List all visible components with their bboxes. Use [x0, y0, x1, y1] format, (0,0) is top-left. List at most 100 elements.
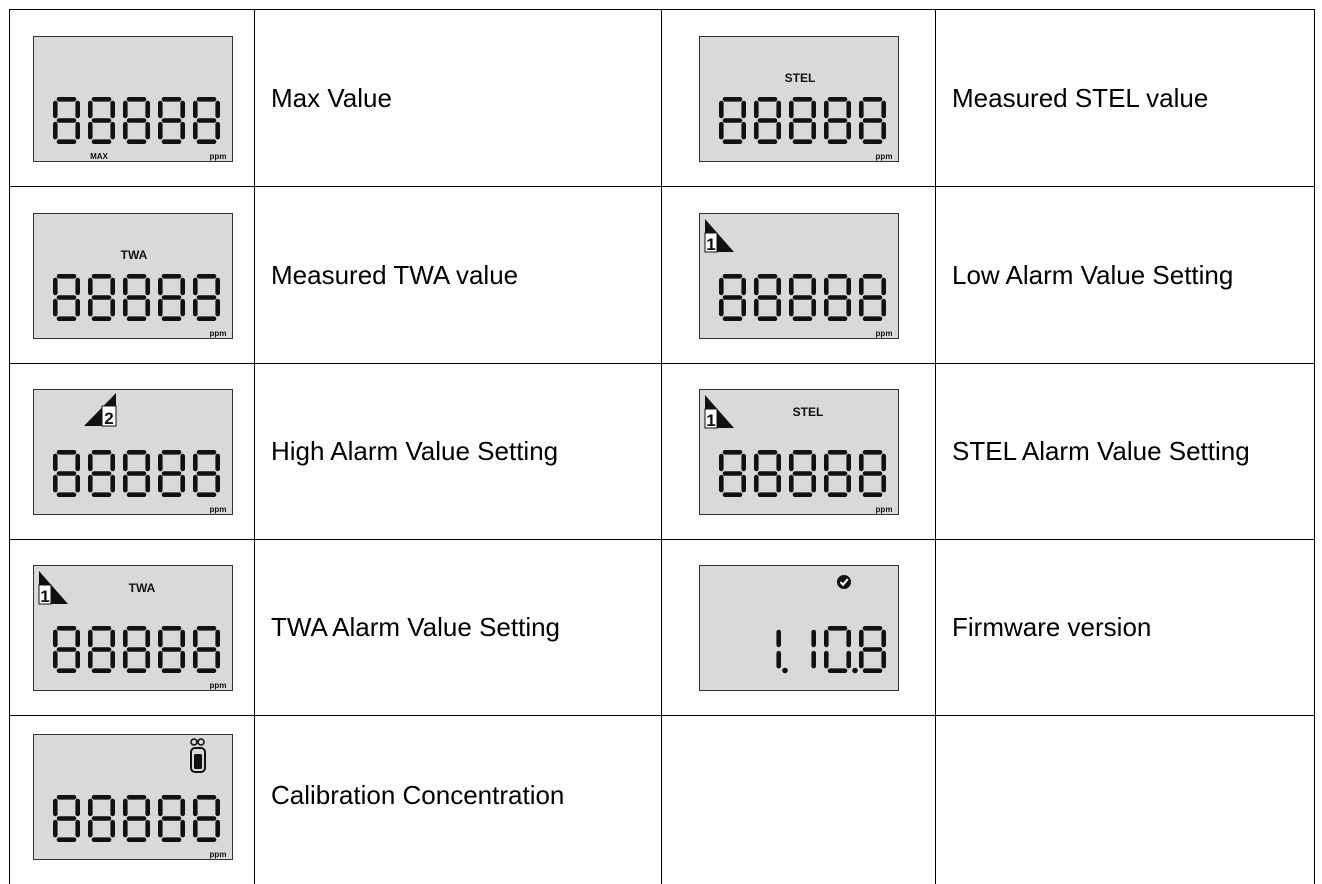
lcd-segment [811, 100, 816, 119]
lcd-segment [75, 453, 80, 472]
lcd-segment [196, 118, 217, 123]
lcd-segment [56, 647, 77, 652]
lcd-segment [789, 453, 794, 472]
lcd-segment [215, 121, 220, 140]
lcd-segment [827, 97, 848, 102]
mode-label: TWA [129, 581, 156, 595]
table-vertical-line [1314, 9, 1315, 884]
lcd-segment [196, 668, 217, 673]
lcd-segment [161, 492, 182, 497]
lcd-display: ppm TWA 1 [33, 565, 233, 691]
lcd-digits [719, 97, 886, 144]
lcd-segment [846, 650, 851, 669]
lcd-segment [719, 277, 724, 296]
lcd-segment [846, 121, 851, 140]
lcd-digit [158, 450, 185, 497]
lcd-segment [75, 798, 80, 817]
lcd-digit [88, 626, 115, 673]
lcd-segment [859, 629, 864, 648]
lcd-segment [161, 647, 182, 652]
display-description [936, 716, 1314, 874]
lcd-segment [180, 100, 185, 119]
lcd-digits [719, 450, 886, 497]
alarm-level-label: 1 [706, 235, 715, 254]
lcd-segment [824, 298, 829, 317]
lcd-segment [722, 274, 743, 279]
lcd-digit [123, 450, 150, 497]
lcd-digit [88, 97, 115, 144]
lcd-digits [776, 626, 886, 674]
lcd-segment [56, 139, 77, 144]
lcd-segment [91, 450, 112, 455]
lcd-segment [215, 277, 220, 296]
lcd-segment [56, 795, 77, 800]
alarm-level-label: 1 [706, 411, 715, 430]
lcd-segment [862, 668, 883, 673]
lcd-digit [123, 274, 150, 321]
lcd-display-reference-table: ppm MAX Max Value ppm STEL Measured STEL valu… [0, 0, 1322, 884]
display-description: Max Value [271, 82, 392, 113]
lcd-segment [741, 298, 746, 317]
lcd-segment [75, 121, 80, 140]
lcd-segment [126, 626, 147, 631]
lcd-segment [88, 298, 93, 317]
lcd-digit [776, 629, 788, 674]
lcd-segment [881, 453, 886, 472]
lcd-segment [161, 626, 182, 631]
lcd-segment [757, 316, 778, 321]
lcd-segment [776, 298, 781, 317]
lcd-digit [123, 97, 150, 144]
lcd-segment [56, 626, 77, 631]
lcd-segment [757, 450, 778, 455]
lcd-segment [757, 97, 778, 102]
lcd-segment [215, 819, 220, 838]
lcd-segment [91, 118, 112, 123]
lcd-segment [158, 650, 163, 669]
unit-label: ppm [210, 152, 227, 161]
lcd-segment [110, 650, 115, 669]
lcd-segment [161, 450, 182, 455]
lcd-segment [161, 668, 182, 673]
lcd-segment [193, 453, 198, 472]
lcd-segment [91, 837, 112, 842]
lcd-segment [215, 629, 220, 648]
lcd-digit [824, 626, 858, 674]
lcd-segment [754, 100, 759, 119]
lcd-graphic: ppm TWA [53, 248, 226, 338]
lcd-segment [123, 819, 128, 838]
display-description: Low Alarm Value Setting [952, 259, 1234, 290]
lcd-segment [126, 97, 147, 102]
lcd-digits [53, 626, 220, 673]
lcd-segment [776, 650, 781, 669]
lcd-segment [792, 492, 813, 497]
lcd-segment [145, 100, 150, 119]
lcd-digit [193, 626, 220, 673]
unit-label: ppm [876, 152, 893, 161]
lcd-digit [859, 97, 886, 144]
lcd-segment [88, 100, 93, 119]
lcd-digit [193, 274, 220, 321]
lcd-segment [193, 650, 198, 669]
lcd-segment [757, 492, 778, 497]
lcd-segment [126, 450, 147, 455]
lcd-segment [91, 647, 112, 652]
lcd-segment [881, 629, 886, 648]
lcd-digits [53, 274, 220, 321]
lcd-segment [53, 650, 58, 669]
lcd-segment [811, 474, 816, 493]
lcd-segment [75, 298, 80, 317]
lcd-segment [811, 277, 816, 296]
lcd-segment [88, 650, 93, 669]
lcd-segment [792, 295, 813, 300]
lcd-segment [110, 629, 115, 648]
display-description: STEL Alarm Value Setting [952, 436, 1250, 466]
lcd-segment [123, 298, 128, 317]
lcd-segment [824, 121, 829, 140]
valve-handle [197, 738, 205, 746]
lcd-display [699, 565, 899, 691]
lcd-segment [741, 453, 746, 472]
lcd-segment [158, 474, 163, 493]
lcd-segment [719, 100, 724, 119]
lcd-digit [53, 97, 80, 144]
lcd-segment [792, 274, 813, 279]
